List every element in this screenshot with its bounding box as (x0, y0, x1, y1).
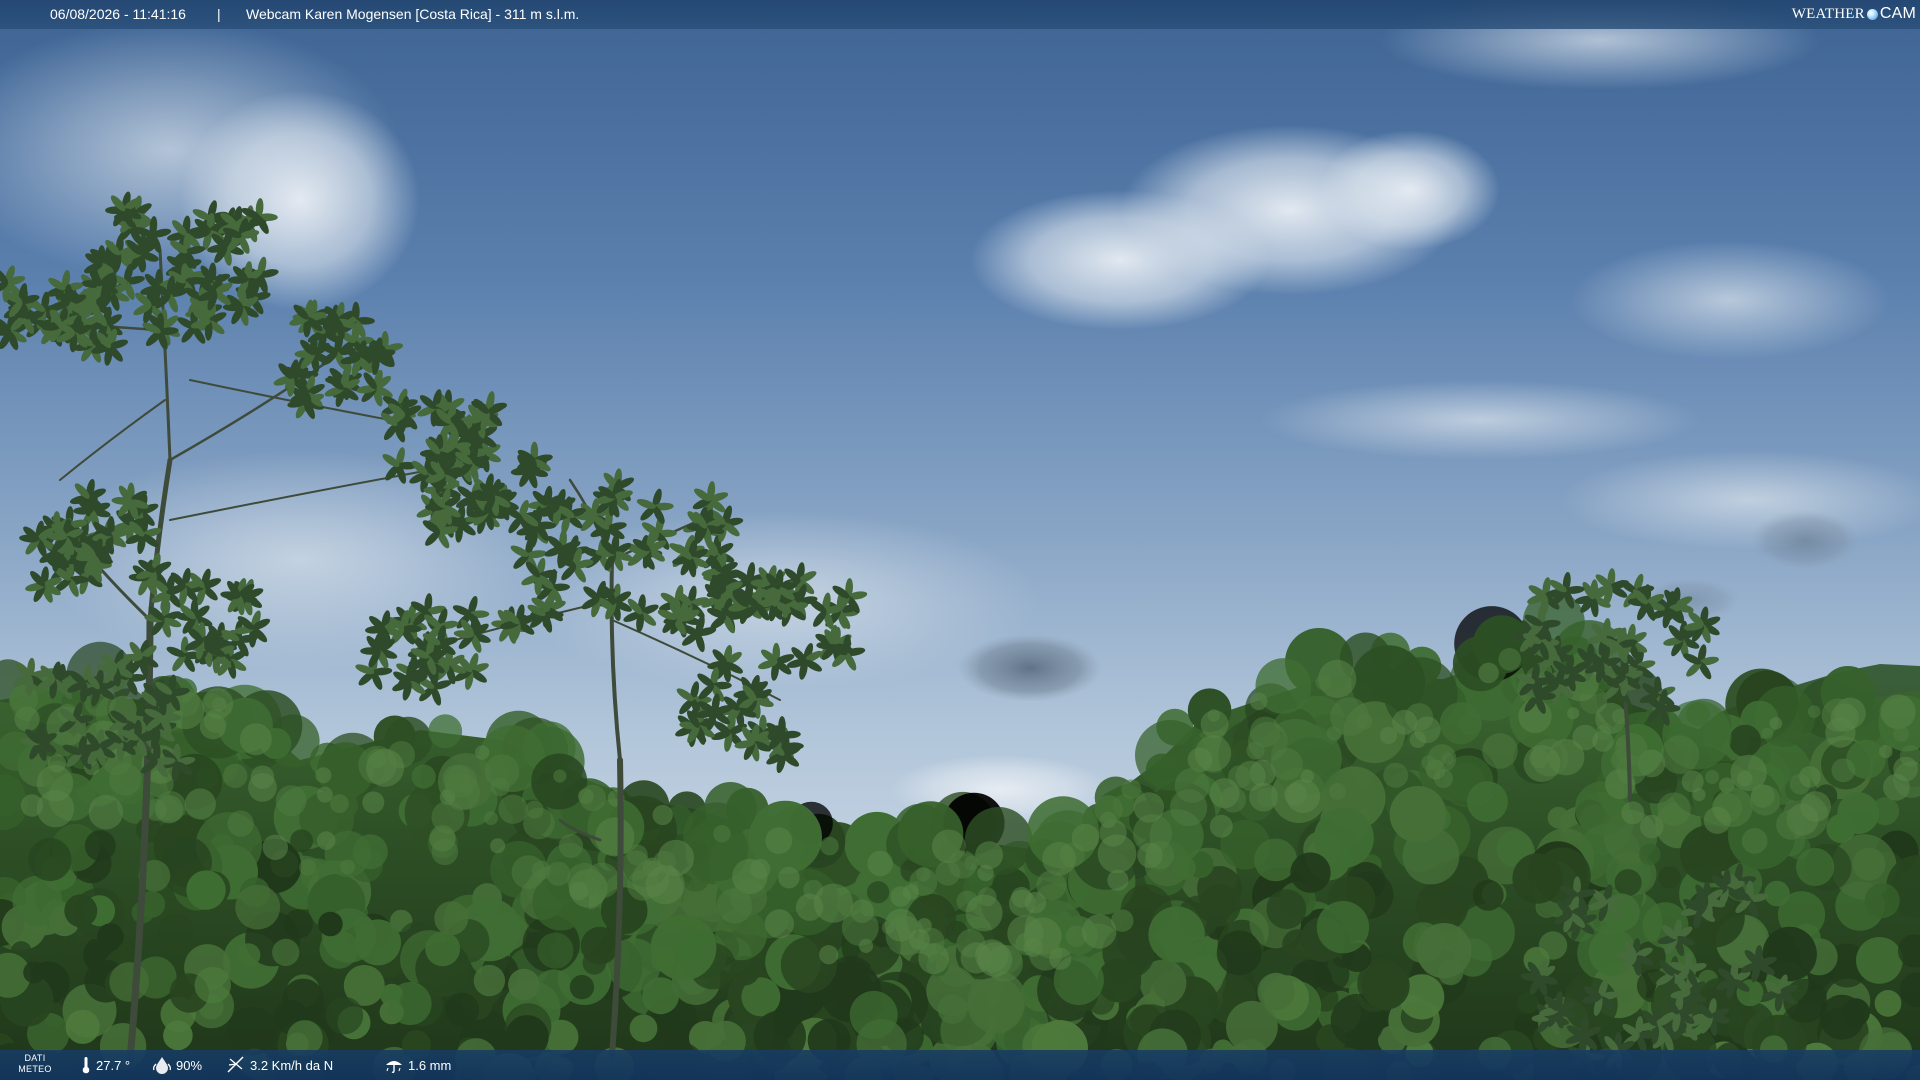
webcam-title: Webcam Karen Mogensen [Costa Rica] - 311… (246, 6, 580, 22)
weather-data-label: DATI METEO (14, 1053, 56, 1075)
webcam-image (0, 0, 1920, 1080)
humidity-reading: 90% (152, 1050, 202, 1080)
rain-icon (386, 1061, 402, 1074)
webcam-frame: 06/08/2026 - 11:41:16 | Webcam Karen Mog… (0, 0, 1920, 1080)
globe-icon (1866, 8, 1878, 20)
wind-reading: 3.2 Km/h da N (226, 1050, 333, 1080)
humidity-value: 90% (176, 1057, 203, 1073)
wind-icon (227, 1056, 244, 1073)
temperature-reading: 27.7 ° (80, 1050, 130, 1080)
rain-reading: 1.6 mm (384, 1050, 451, 1080)
rain-value: 1.6 mm (408, 1057, 452, 1073)
logo-word: WEATHER (1791, 5, 1865, 22)
capture-datetime: 06/08/2026 - 11:41:16 (50, 6, 186, 22)
weather-label-line1: DATI (24, 1053, 46, 1063)
weather-data-bar: DATI METEO 27.7 ° 90% 3.2 Km/h da N 1.6 … (0, 1050, 1920, 1080)
temperature-value: 27.7 ° (96, 1057, 131, 1073)
wind-value: 3.2 Km/h da N (250, 1057, 334, 1073)
thermometer-icon (82, 1057, 90, 1074)
weathercam-logo: WEATHER CAM (1792, 3, 1916, 25)
weather-label-line2: METEO (18, 1064, 52, 1074)
top-info-bar: 06/08/2026 - 11:41:16 | Webcam Karen Mog… (0, 0, 1920, 29)
humidity-drop-icon (152, 1057, 172, 1074)
logo-cam: CAM (1879, 5, 1916, 22)
title-separator: | (217, 6, 221, 22)
